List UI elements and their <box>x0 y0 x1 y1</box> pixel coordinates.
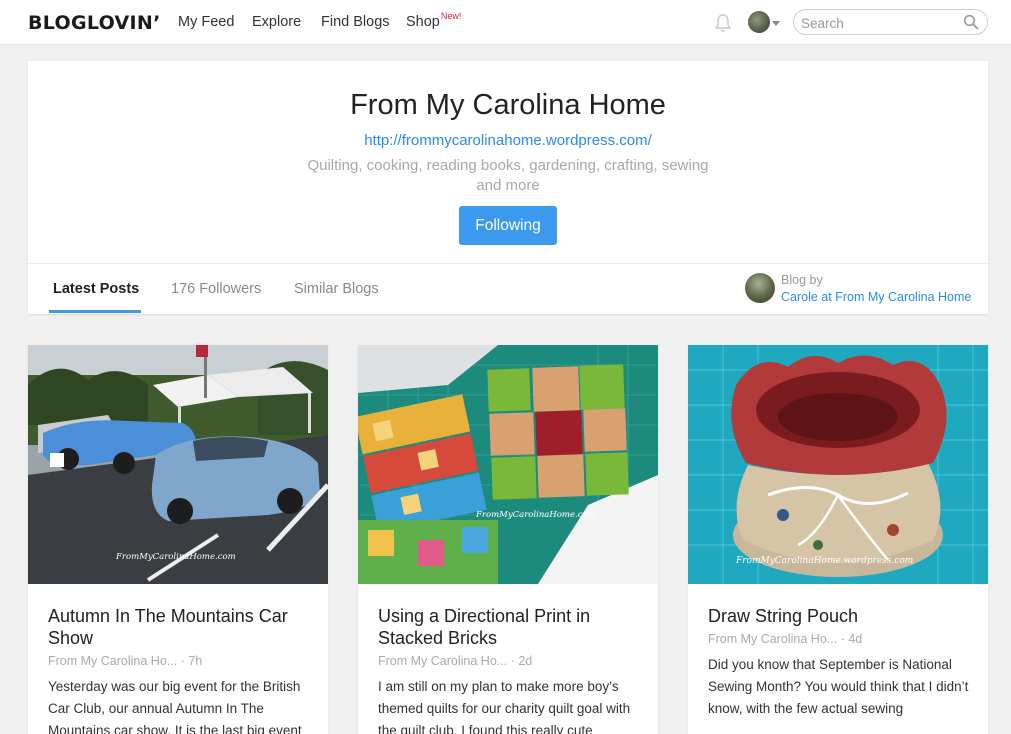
post-source[interactable]: From My Carolina Ho... <box>48 654 177 668</box>
blog-profile-card: From My Carolina Home http://frommycarol… <box>28 61 988 314</box>
post-meta: From My Carolina Ho... · 4d <box>708 632 862 646</box>
nav-link-shop[interactable]: ShopNew! <box>406 11 462 30</box>
post-excerpt: I am still on my plan to make more boy’s… <box>378 679 631 734</box>
post-image[interactable]: FromMyCarolinaHome.com <box>28 345 328 584</box>
tab-followers[interactable]: 176 Followers <box>171 281 261 297</box>
image-watermark: FromMyCarolinaHome.wordpress.com <box>735 556 913 566</box>
following-button[interactable]: Following <box>459 206 557 245</box>
blog-url-link[interactable]: http://frommycarolinahome.wordpress.com/ <box>28 132 988 149</box>
author-avatar[interactable] <box>745 273 775 303</box>
search-box <box>793 9 988 35</box>
post-title[interactable]: Autumn In The Mountains Car Show <box>48 605 308 649</box>
post-card[interactable]: FromMyCarolinaHome.com Autumn In The Mou… <box>28 345 328 734</box>
post-image[interactable]: FromMyCarolinaHome.wordpress.com <box>688 345 988 584</box>
search-input[interactable] <box>801 14 961 32</box>
post-excerpt: Did you know that September is National … <box>708 657 969 716</box>
bloglovin-logo[interactable]: BLOGLOVIN’ <box>28 12 161 34</box>
search-icon[interactable] <box>963 14 979 30</box>
post-excerpt: Yesterday was our big event for the Brit… <box>48 679 302 734</box>
blog-description: Quilting, cooking, reading books, garden… <box>307 157 709 194</box>
author-link[interactable]: Carole at From My Carolina Home <box>781 290 971 304</box>
tabs-divider <box>28 263 988 264</box>
nav-link-find-blogs[interactable]: Find Blogs <box>321 14 390 30</box>
post-source[interactable]: From My Carolina Ho... <box>378 654 507 668</box>
image-watermark: FromMyCarolinaHome.com <box>475 510 596 520</box>
post-source[interactable]: From My Carolina Ho... <box>708 632 837 646</box>
blog-by-label: Blog by <box>781 273 823 287</box>
tab-similar-blogs[interactable]: Similar Blogs <box>294 281 379 297</box>
chevron-down-icon[interactable] <box>772 21 780 26</box>
nav-link-my-feed[interactable]: My Feed <box>178 14 234 30</box>
nav-link-shop-label: Shop <box>406 14 440 30</box>
post-meta: From My Carolina Ho... · 2d <box>378 654 532 668</box>
bell-icon[interactable] <box>714 13 732 33</box>
top-navigation-bar: BLOGLOVIN’ My Feed Explore Find Blogs Sh… <box>0 0 1011 45</box>
blog-title: From My Carolina Home <box>350 89 666 121</box>
new-badge: New! <box>440 11 462 21</box>
post-meta: From My Carolina Ho... · 7h <box>48 654 202 668</box>
tab-latest-posts[interactable]: Latest Posts <box>53 281 139 297</box>
active-tab-indicator <box>49 310 141 313</box>
post-age: · 7h <box>180 654 203 668</box>
post-title[interactable]: Draw String Pouch <box>708 605 968 627</box>
nav-link-explore[interactable]: Explore <box>252 14 301 30</box>
post-age: · 4d <box>840 632 863 646</box>
user-avatar[interactable] <box>748 11 770 33</box>
post-card[interactable]: FromMyCarolinaHome.com Using a Direction… <box>358 345 658 734</box>
post-card[interactable]: FromMyCarolinaHome.wordpress.com Draw St… <box>688 345 988 734</box>
image-watermark: FromMyCarolinaHome.com <box>115 552 236 562</box>
post-title[interactable]: Using a Directional Print in Stacked Bri… <box>378 605 638 649</box>
post-age: · 2d <box>510 654 533 668</box>
post-image[interactable]: FromMyCarolinaHome.com <box>358 345 658 584</box>
